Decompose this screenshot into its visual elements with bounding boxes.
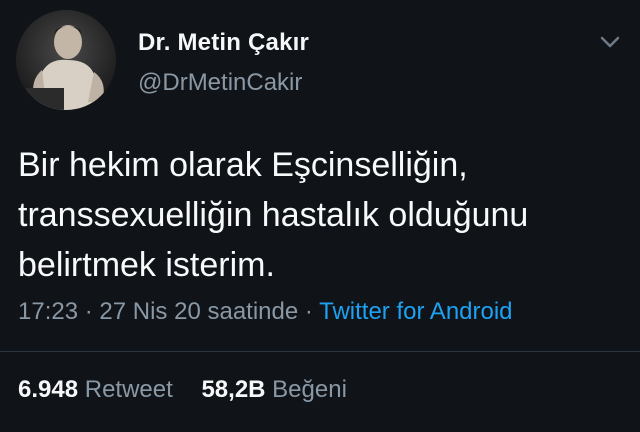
- retweet-count: 6.948: [18, 376, 79, 403]
- like-count: 58,2B: [201, 376, 266, 403]
- meta-separator: ·: [304, 298, 313, 325]
- meta-separator: ·: [84, 298, 93, 325]
- tweet-date[interactable]: 27 Nis 20 saatinde: [99, 298, 298, 325]
- tweet-source-link[interactable]: Twitter for Android: [319, 298, 512, 325]
- tweet-header: Dr. Metin Çakır @DrMetinCakir: [16, 10, 624, 110]
- tweet-text: Bir hekim olarak Eşcinselliğin, transsex…: [18, 146, 529, 284]
- tweet-time[interactable]: 17:23: [18, 298, 78, 325]
- user-handle[interactable]: @DrMetinCakir: [138, 68, 309, 98]
- tweet-stats: 6.948 Retweet 58,2B Beğeni: [18, 374, 369, 406]
- avatar-photo: [16, 10, 116, 110]
- avatar[interactable]: [16, 10, 116, 110]
- chevron-down-icon[interactable]: [596, 32, 624, 52]
- tweet-meta: 17:23 · 27 Nis 20 saatinde · Twitter for…: [18, 296, 513, 328]
- display-name[interactable]: Dr. Metin Çakır: [138, 28, 309, 58]
- divider: [0, 351, 640, 352]
- like-label: Beğeni: [272, 376, 347, 403]
- author-names: Dr. Metin Çakır @DrMetinCakir: [138, 28, 309, 98]
- like-stat[interactable]: 58,2B Beğeni: [201, 374, 346, 406]
- retweet-stat[interactable]: 6.948 Retweet: [18, 374, 173, 406]
- tweet-card: Dr. Metin Çakır @DrMetinCakir Bir hekim …: [0, 0, 640, 432]
- retweet-label: Retweet: [84, 376, 173, 403]
